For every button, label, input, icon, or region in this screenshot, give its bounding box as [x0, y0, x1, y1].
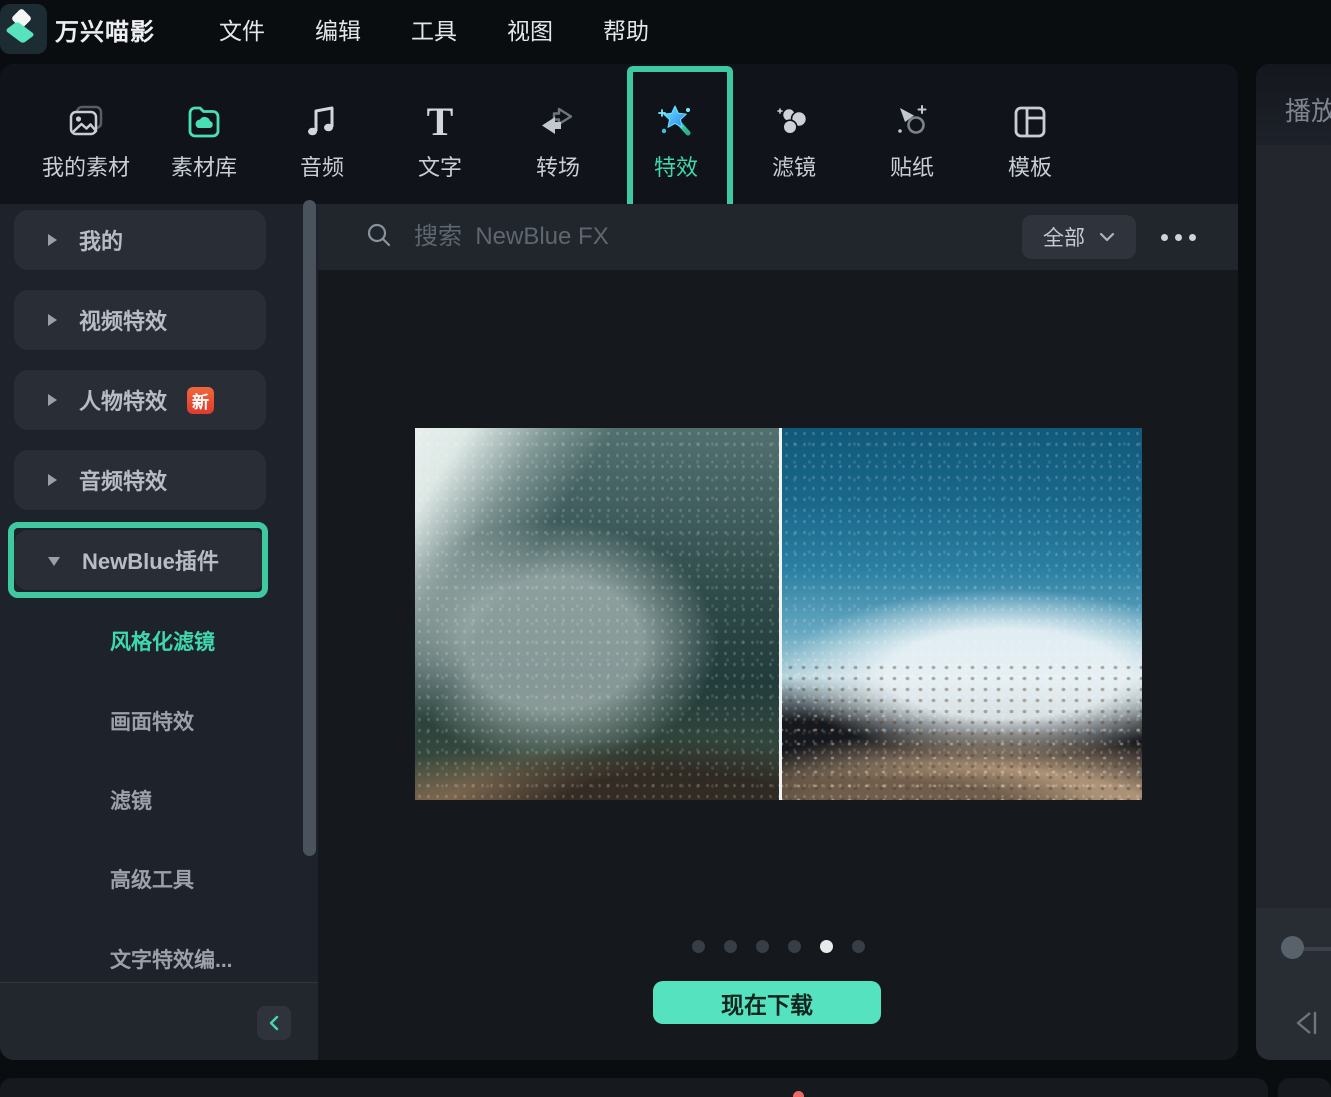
- sidebar-subitem-text-effects[interactable]: 文字特效编...: [110, 944, 233, 974]
- templates-icon: [1010, 100, 1050, 144]
- new-badge: 新: [187, 387, 214, 414]
- filter-dropdown[interactable]: 全部: [1022, 215, 1136, 259]
- tab-label: 特效: [654, 150, 698, 182]
- sidebar-footer: [0, 982, 318, 1060]
- effects-icon: [655, 100, 697, 144]
- tab-label: 我的素材: [42, 150, 130, 182]
- carousel-dot-6[interactable]: [852, 940, 865, 953]
- sidebar-subitem-filters[interactable]: 滤镜: [110, 785, 152, 815]
- menu-help[interactable]: 帮助: [603, 12, 649, 46]
- chevron-down-icon: [48, 557, 60, 566]
- tab-stickers[interactable]: 贴纸: [853, 64, 971, 204]
- carousel-dot-3[interactable]: [756, 940, 769, 953]
- tab-my-media[interactable]: 我的素材: [27, 64, 145, 204]
- menu-view[interactable]: 视图: [507, 12, 553, 46]
- search-input[interactable]: [414, 223, 834, 251]
- carousel-dot-5-active[interactable]: [820, 940, 833, 953]
- download-now-button[interactable]: 现在下载: [653, 981, 881, 1024]
- zoom-slider-track: [1302, 947, 1331, 951]
- newblue-promo-banner[interactable]: [415, 428, 1142, 800]
- chevron-right-icon: [48, 234, 57, 246]
- player-controls: [1256, 908, 1331, 1060]
- previous-frame-icon[interactable]: [1288, 1005, 1324, 1046]
- zoom-slider-knob[interactable]: [1281, 936, 1304, 959]
- menu-tools[interactable]: 工具: [411, 12, 457, 46]
- effects-category-sidebar: 我的 视频特效 人物特效 新 音频特效 NewBlue插件 风格化滤镜 画面特效: [0, 204, 318, 1060]
- sidebar-item-label: 人物特效: [79, 384, 167, 416]
- sidebar-item-character-effects[interactable]: 人物特效 新: [14, 370, 266, 430]
- timeline-strip-right: [1278, 1078, 1331, 1097]
- player-panel-header: 播放: [1256, 64, 1331, 145]
- sidebar-item-label: 视频特效: [79, 304, 167, 336]
- text-icon: T: [427, 100, 454, 144]
- chevron-right-icon: [48, 394, 57, 406]
- stock-library-icon: [184, 100, 224, 144]
- asset-tab-bar: 我的素材 素材库 音频: [0, 64, 1238, 204]
- tab-label: 模板: [1008, 150, 1052, 182]
- tab-label: 文字: [418, 150, 462, 182]
- tab-label: 素材库: [171, 150, 237, 182]
- menubar: 万兴喵影 文件 编辑 工具 视图 帮助: [0, 0, 1331, 58]
- carousel-dot-1[interactable]: [692, 940, 705, 953]
- sidebar-subitem-image-effects[interactable]: 画面特效: [110, 706, 194, 736]
- sidebar-subitem-stylized-filters[interactable]: 风格化滤镜: [110, 626, 215, 656]
- sidebar-item-video-effects[interactable]: 视频特效: [14, 290, 266, 350]
- banner-after-image: [779, 428, 1143, 800]
- chevron-right-icon: [48, 314, 57, 326]
- logo-diamond-teal: [5, 21, 35, 43]
- app-title: 万兴喵影: [55, 12, 155, 47]
- filters-icon: [774, 100, 814, 144]
- main-panel: 我的素材 素材库 音频: [0, 64, 1238, 1060]
- tab-templates[interactable]: 模板: [971, 64, 1089, 204]
- banner-before-image: [415, 428, 779, 800]
- tab-audio[interactable]: 音频: [263, 64, 381, 204]
- carousel-dots: [318, 940, 1238, 953]
- more-options-icon[interactable]: [1148, 234, 1208, 241]
- collapse-sidebar-button[interactable]: [257, 1006, 291, 1040]
- chevron-down-icon: [1099, 232, 1115, 242]
- player-panel: 播放: [1256, 64, 1331, 1060]
- sidebar-item-label: 音频特效: [79, 464, 167, 496]
- sidebar-item-newblue-plugins[interactable]: NewBlue插件: [14, 530, 266, 590]
- stickers-icon: [892, 100, 932, 144]
- transition-icon: [537, 100, 579, 144]
- effects-content-area: 现在下载: [318, 270, 1238, 1060]
- tab-label: 转场: [536, 150, 580, 182]
- sidebar-scrollbar[interactable]: [303, 200, 316, 856]
- filmora-logo-icon: [0, 4, 47, 54]
- sidebar-item-label: NewBlue插件: [82, 544, 219, 576]
- sidebar-subitem-advanced-tools[interactable]: 高级工具: [110, 864, 194, 894]
- carousel-dot-4[interactable]: [788, 940, 801, 953]
- sidebar-item-audio-effects[interactable]: 音频特效: [14, 450, 266, 510]
- tab-transitions[interactable]: 转场: [499, 64, 617, 204]
- tab-label: 贴纸: [890, 150, 934, 182]
- search-bar: 全部: [318, 204, 1238, 270]
- timeline-strip: [0, 1078, 1268, 1097]
- chevron-left-icon: [267, 1015, 281, 1031]
- player-header-label: 播放: [1285, 91, 1331, 128]
- sidebar-item-mine[interactable]: 我的: [14, 210, 266, 270]
- playhead-marker[interactable]: [793, 1091, 804, 1097]
- search-icon: [366, 222, 392, 253]
- media-icon: [66, 100, 106, 144]
- chevron-right-icon: [48, 474, 57, 486]
- tab-label: 滤镜: [772, 150, 816, 182]
- sidebar-item-label: 我的: [79, 224, 123, 256]
- menu-file[interactable]: 文件: [219, 12, 265, 46]
- tab-label: 音频: [300, 150, 344, 182]
- app-window: 万兴喵影 文件 编辑 工具 视图 帮助 我的素材: [0, 0, 1331, 1097]
- tab-text[interactable]: T 文字: [381, 64, 499, 204]
- audio-icon: [302, 100, 342, 144]
- tab-stock-library[interactable]: 素材库: [145, 64, 263, 204]
- filter-dropdown-label: 全部: [1043, 222, 1085, 252]
- tab-effects[interactable]: 特效: [617, 64, 735, 204]
- menu-items: 文件 编辑 工具 视图 帮助: [219, 12, 649, 46]
- tab-filters[interactable]: 滤镜: [735, 64, 853, 204]
- carousel-dot-2[interactable]: [724, 940, 737, 953]
- menu-edit[interactable]: 编辑: [315, 12, 361, 46]
